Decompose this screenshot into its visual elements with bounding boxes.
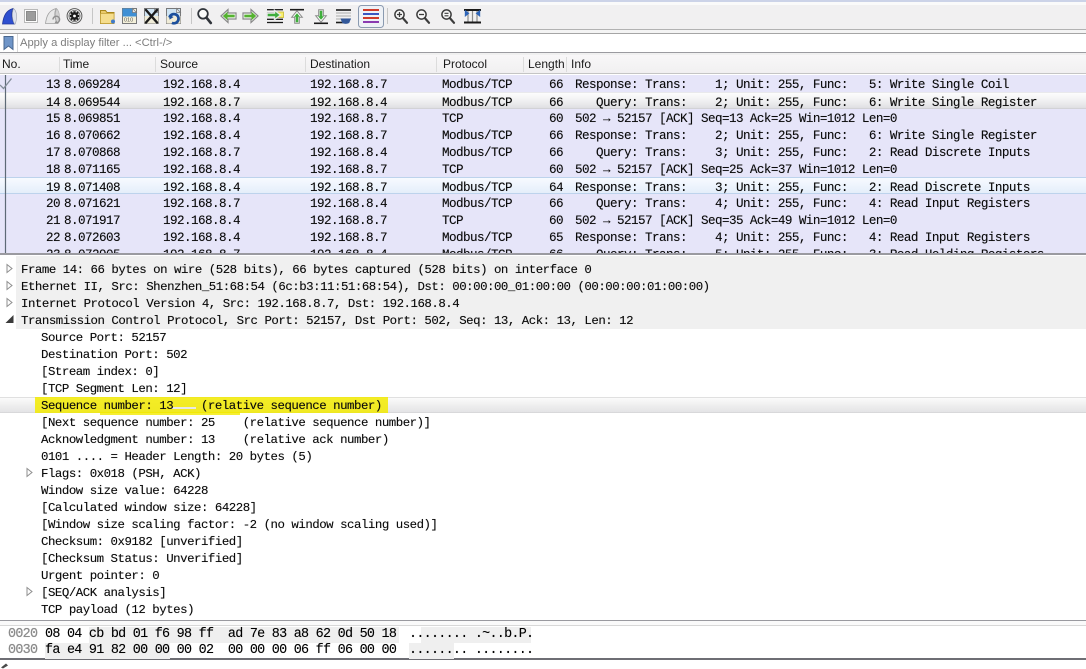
svg-text:010: 010 [124,18,133,24]
